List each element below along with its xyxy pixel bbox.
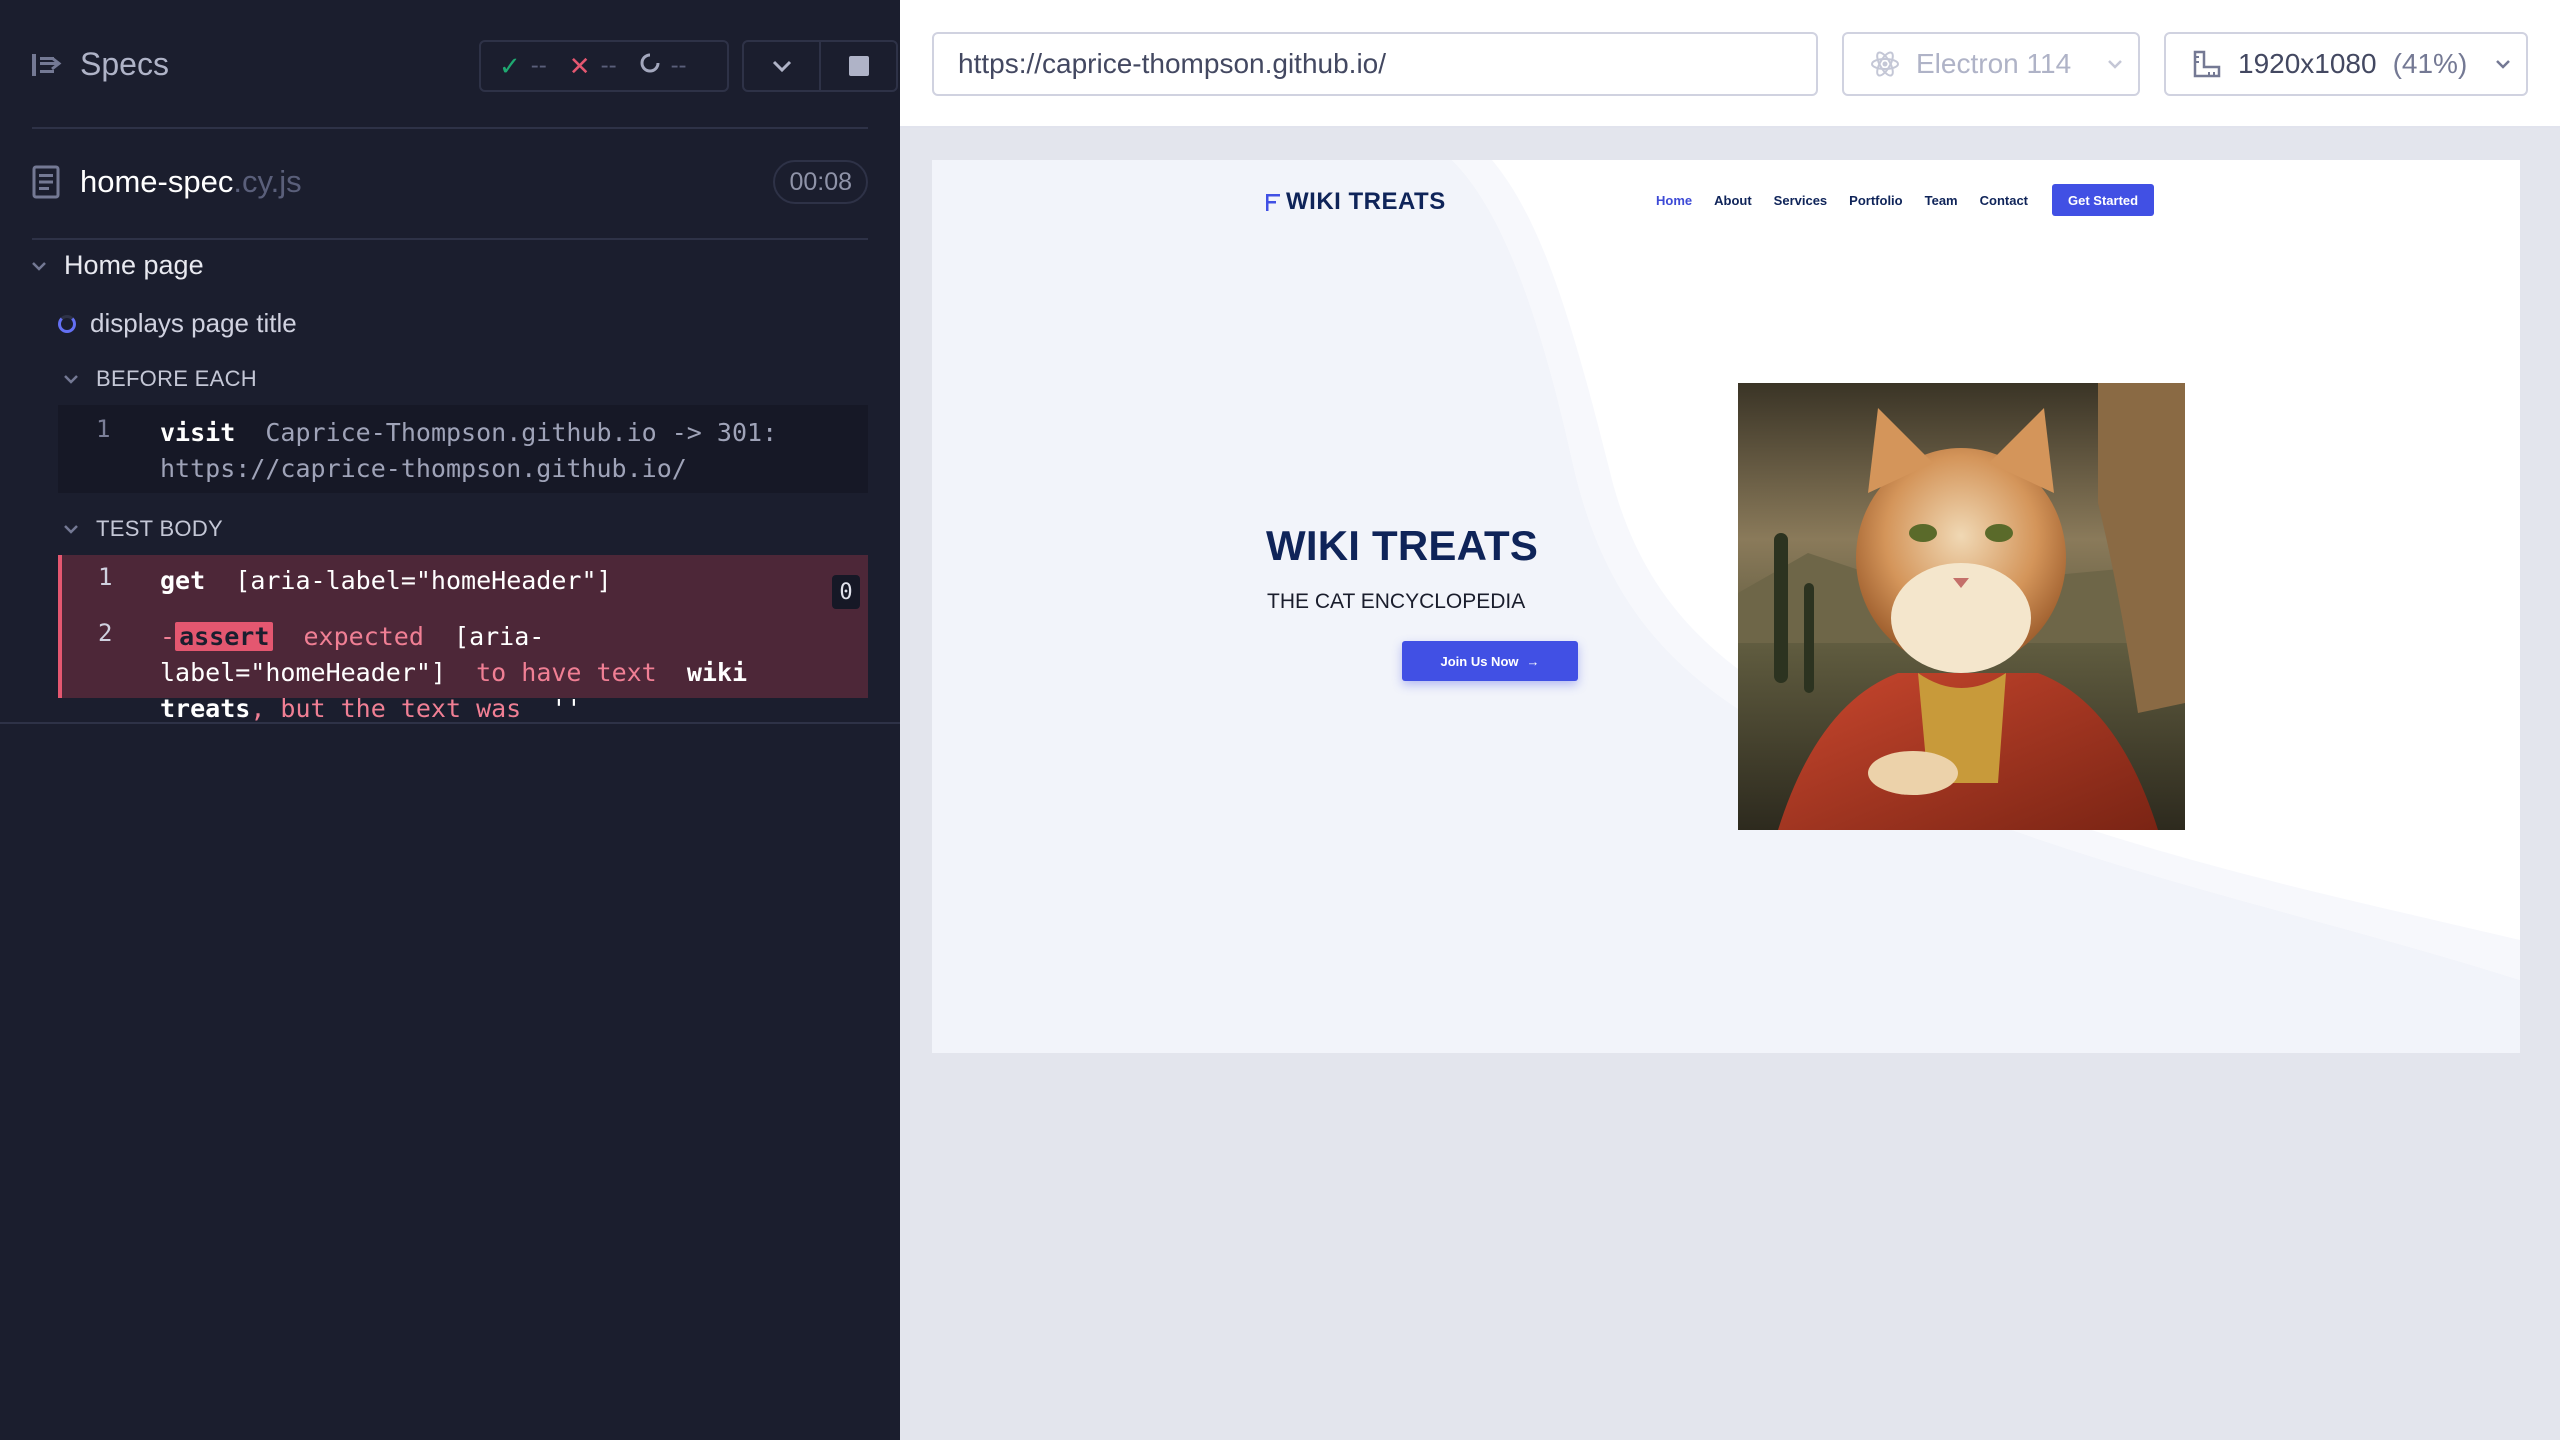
hook-title: TEST BODY bbox=[96, 516, 223, 541]
spec-file-name[interactable]: home-spec.cy.js bbox=[80, 164, 302, 200]
suite-home-page[interactable]: Home page bbox=[30, 250, 204, 281]
specs-label: Specs bbox=[80, 46, 169, 82]
chevron-down-icon bbox=[64, 375, 78, 384]
join-us-button[interactable]: Join Us Now → bbox=[1402, 641, 1578, 681]
browser-label: Electron 114 bbox=[1916, 48, 2072, 79]
header-divider bbox=[32, 127, 868, 129]
get-started-button[interactable]: Get Started bbox=[2052, 184, 2155, 216]
specs-list-icon bbox=[32, 53, 62, 76]
viewport-size: 1920x1080 bbox=[2238, 48, 2377, 79]
test-body-commands: 1 get [aria-label="homeHeader"] 0 2 - ass… bbox=[58, 555, 868, 723]
reporter-header: Specs ✓ -- ✕ -- -- bbox=[32, 34, 898, 98]
spinner-icon bbox=[639, 52, 661, 81]
hook-title: BEFORE EACH bbox=[96, 366, 257, 391]
nav-portfolio[interactable]: Portfolio bbox=[1849, 193, 1902, 208]
browser-selector[interactable]: Electron 114 bbox=[1842, 32, 2140, 96]
suite-title: Home page bbox=[64, 250, 204, 280]
hero-title: WIKI TREATS bbox=[1266, 522, 1539, 569]
join-us-label: Join Us Now bbox=[1440, 653, 1519, 669]
command-text: - assert expected [aria-label="homeHeader… bbox=[160, 619, 848, 727]
specs-button[interactable]: Specs bbox=[32, 46, 169, 83]
pending-count: -- bbox=[670, 52, 687, 79]
passed-count: -- bbox=[530, 52, 547, 79]
auto-scroll-button[interactable] bbox=[744, 42, 819, 90]
check-icon: ✓ bbox=[499, 50, 521, 81]
nav-team[interactable]: Team bbox=[1925, 193, 1958, 208]
before-each-commands: 1 visit Caprice-Thompson.github.io -> 30… bbox=[58, 405, 868, 493]
test-body-hook[interactable]: TEST BODY bbox=[62, 516, 223, 542]
spec-file-ext: .cy.js bbox=[233, 164, 302, 199]
assert-tag: assert bbox=[175, 622, 274, 651]
url-display[interactable]: https://caprice-thompson.github.io/ bbox=[932, 32, 1818, 96]
assert-have-text: have text bbox=[521, 658, 657, 687]
nav-services[interactable]: Services bbox=[1774, 193, 1828, 208]
run-controls bbox=[742, 40, 898, 92]
duration-badge: 00:08 bbox=[773, 160, 868, 204]
site-nav: Home About Services Portfolio Team Conta… bbox=[1656, 184, 2155, 216]
pending-stat: -- bbox=[639, 52, 687, 81]
command-message: [aria-label="homeHeader"] bbox=[235, 566, 612, 595]
x-icon: ✕ bbox=[568, 50, 591, 81]
hero-subtitle: THE CAT ENCYCLOPEDIA bbox=[1267, 590, 1526, 613]
aut-iframe[interactable]: WIKI TREATS Home About Services Portfoli… bbox=[932, 160, 2520, 1053]
test-stats: ✓ -- ✕ -- -- bbox=[479, 40, 729, 92]
test-displays-page-title[interactable]: displays page title bbox=[58, 308, 297, 339]
chevron-down-icon bbox=[32, 261, 46, 271]
passed-stat: ✓ -- bbox=[499, 51, 547, 82]
running-spinner-icon bbox=[58, 314, 76, 333]
document-icon bbox=[32, 165, 60, 199]
command-name: visit bbox=[160, 418, 236, 447]
nav-about[interactable]: About bbox=[1714, 193, 1752, 208]
stop-button[interactable] bbox=[819, 42, 896, 90]
commands-divider bbox=[0, 722, 900, 724]
command-message: Caprice-Thompson.github.io -> 301: https… bbox=[160, 418, 778, 483]
assert-actual: '' bbox=[551, 694, 582, 723]
hero-background-shape bbox=[932, 160, 2520, 1053]
nav-home[interactable]: Home bbox=[1656, 193, 1692, 208]
file-divider bbox=[32, 238, 868, 240]
command-name: get bbox=[160, 566, 206, 595]
assert-expected: expected bbox=[303, 622, 424, 651]
assert-to: to bbox=[476, 658, 507, 687]
stop-icon bbox=[848, 56, 869, 76]
element-count-badge: 0 bbox=[832, 575, 860, 609]
chevron-down-icon bbox=[2108, 60, 2122, 69]
command-number: 2 bbox=[98, 619, 113, 647]
reporter-panel: Specs ✓ -- ✕ -- -- home-spec.cy.js 00:08… bbox=[0, 0, 900, 1440]
command-prefix: - bbox=[160, 622, 176, 651]
arrow-right-icon: → bbox=[1526, 653, 1540, 669]
before-each-hook[interactable]: BEFORE EACH bbox=[62, 366, 257, 392]
failed-count: -- bbox=[600, 52, 617, 79]
command-number: 1 bbox=[98, 563, 113, 591]
spec-file-row: home-spec.cy.js 00:08 bbox=[32, 150, 868, 214]
command-text: get [aria-label="homeHeader"] bbox=[160, 563, 848, 599]
ruler-icon bbox=[2193, 50, 2221, 78]
test-title: displays page title bbox=[90, 308, 297, 338]
nav-contact[interactable]: Contact bbox=[1980, 193, 2028, 208]
command-text: visit Caprice-Thompson.github.io -> 301:… bbox=[160, 415, 848, 487]
viewport-selector[interactable]: 1920x1080 (41%) bbox=[2164, 32, 2528, 96]
menu-lines-icon bbox=[1266, 194, 1280, 211]
chevron-down-icon bbox=[772, 60, 791, 73]
chevron-down-icon bbox=[2496, 60, 2510, 69]
chevron-down-icon bbox=[64, 525, 78, 534]
electron-icon bbox=[1871, 51, 1899, 77]
spec-file-base: home-spec bbox=[80, 164, 234, 199]
site-logo-text: WIKI TREATS bbox=[1286, 188, 1446, 215]
site-logo[interactable]: WIKI TREATS bbox=[1264, 188, 1446, 216]
cat-portrait-image bbox=[1738, 383, 2185, 830]
assert-but: , but the text was bbox=[250, 694, 522, 723]
zoom-level: (41%) bbox=[2392, 48, 2468, 79]
aut-toolbar: https://caprice-thompson.github.io/ Elec… bbox=[900, 0, 2560, 128]
failed-stat: ✕ -- bbox=[569, 51, 617, 82]
command-number: 1 bbox=[96, 415, 111, 443]
